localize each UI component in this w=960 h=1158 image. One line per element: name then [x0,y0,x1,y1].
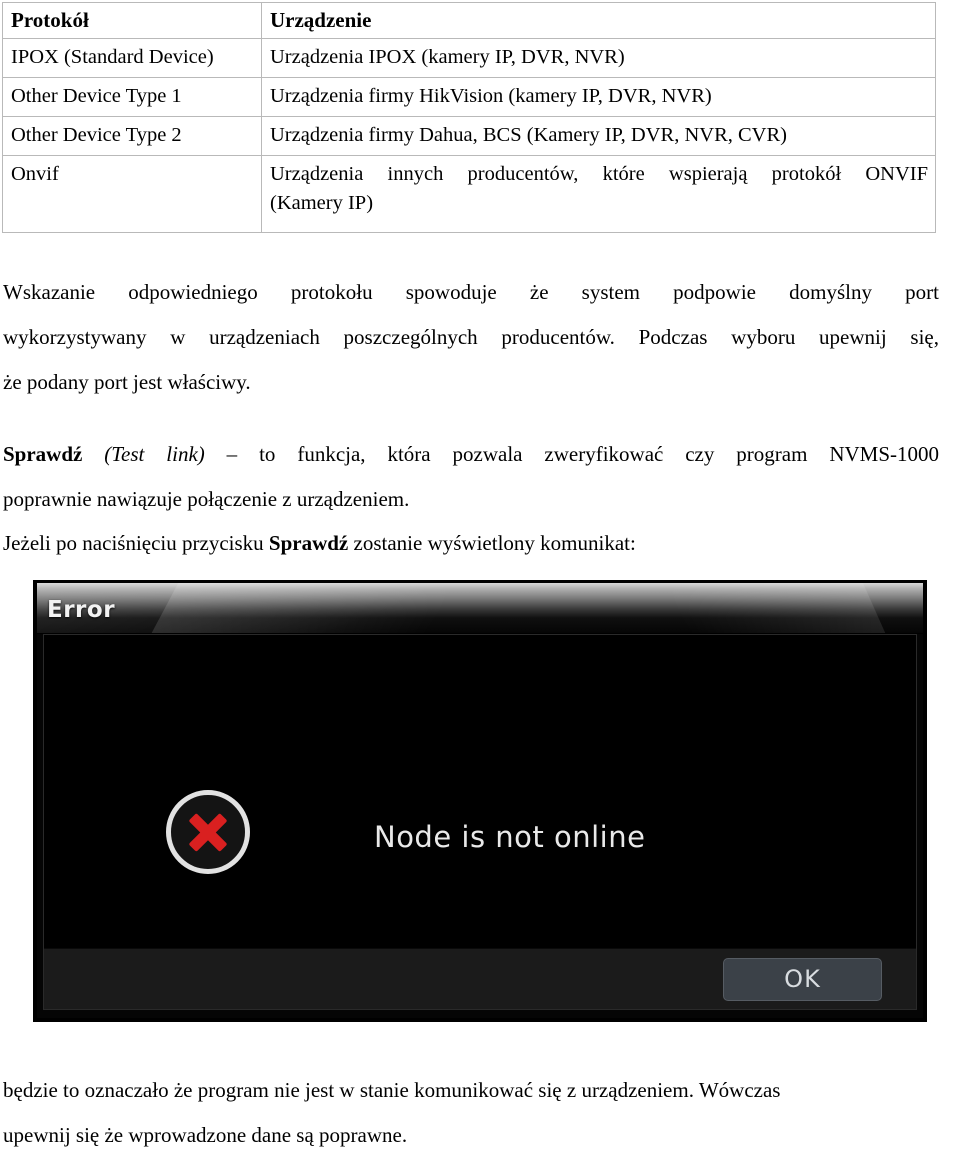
table-row: Other Device Type 1 Urządzenia firmy Hik… [2,77,936,117]
paragraph-line: wykorzystywany w urządzeniach poszczegól… [3,325,939,349]
error-dialog-window: Error Node is not online OK [36,582,924,1019]
text-before-term: Jeżeli po naciśnięciu przycisku [3,531,269,555]
protocol-device-table: Protokół Urządzenie IPOX (Standard Devic… [2,2,936,233]
paragraph-test-link: Sprawdź (Test link) – to funkcja, która … [3,432,939,522]
paragraph-line: poprawnie nawiązuje połączenie z urządze… [3,487,410,511]
paragraph-line: upewnij się że wprowadzone dane są popra… [3,1123,408,1147]
title-bar-gloss-highlight-secondary [558,583,908,633]
paragraph-protocol-port: Wskazanie odpowiedniego protokołu spowod… [3,270,939,405]
paren-close: ) [197,442,205,466]
cell-protocol: Other Device Type 1 [2,77,262,117]
paragraph-line: Wskazanie odpowiedniego protokołu spowod… [3,280,939,304]
cell-device-line-2: (Kamery IP) [270,192,374,214]
text-after-term: zostanie wyświetlony komunikat: [348,531,636,555]
title-bar-gloss-highlight [125,583,649,633]
dialog-content-area: Node is not online [44,635,916,949]
cell-device: Urządzenia firmy Dahua, BCS (Kamery IP, … [261,116,936,156]
cell-device: Urządzenia firmy HikVision (kamery IP, D… [261,77,936,117]
error-dialog-screenshot: Error Node is not online OK [33,580,927,1022]
cell-protocol: IPOX (Standard Device) [2,38,262,78]
dialog-body: Node is not online OK [43,634,917,1010]
error-x-circle-icon [166,790,250,874]
paragraph-line: będzie to oznaczało że program nie jest … [3,1078,781,1102]
cell-protocol: Other Device Type 2 [2,116,262,156]
column-header-protocol: Protokół [2,2,262,39]
table-header-row: Protokół Urządzenie [2,2,936,39]
paragraph-line-rest: to funkcja, która pozwala zweryfikować c… [259,442,940,466]
table-row: IPOX (Standard Device) Urządzenia IPOX (… [2,38,936,78]
term-sprawdz: Sprawdź [3,442,83,466]
column-header-device: Urządzenie [261,2,936,39]
paragraph-on-press: Jeżeli po naciśnięciu przycisku Sprawdź … [3,521,939,566]
ok-button[interactable]: OK [723,958,882,1001]
cell-device-line-1: Urządzenia innych producentów, które wsp… [270,163,928,185]
dash: – [204,442,260,466]
paragraph-line: że podany port jest właściwy. [3,370,251,394]
cell-device: Urządzenia IPOX (kamery IP, DVR, NVR) [261,38,936,78]
paragraph-closing: będzie to oznaczało że program nie jest … [3,1068,939,1158]
term-sprawdz: Sprawdź [268,531,349,555]
cell-device: Urządzenia innych producentów, które wsp… [261,155,936,233]
dialog-footer: OK [44,948,916,1009]
paragraph-line: Jeżeli po naciśnięciu przycisku Sprawdź … [3,521,939,566]
table-row: Onvif Urządzenia innych producentów, któ… [2,155,936,233]
table-row: Other Device Type 2 Urządzenia firmy Dah… [2,116,936,156]
dialog-message: Node is not online [374,820,646,854]
dialog-title: Error [47,597,116,623]
term-test-link: Test link [111,442,198,466]
cell-protocol: Onvif [2,155,262,233]
dialog-title-bar: Error [37,583,923,634]
paragraph-line: Sprawdź (Test link) – to funkcja, która … [3,432,939,477]
